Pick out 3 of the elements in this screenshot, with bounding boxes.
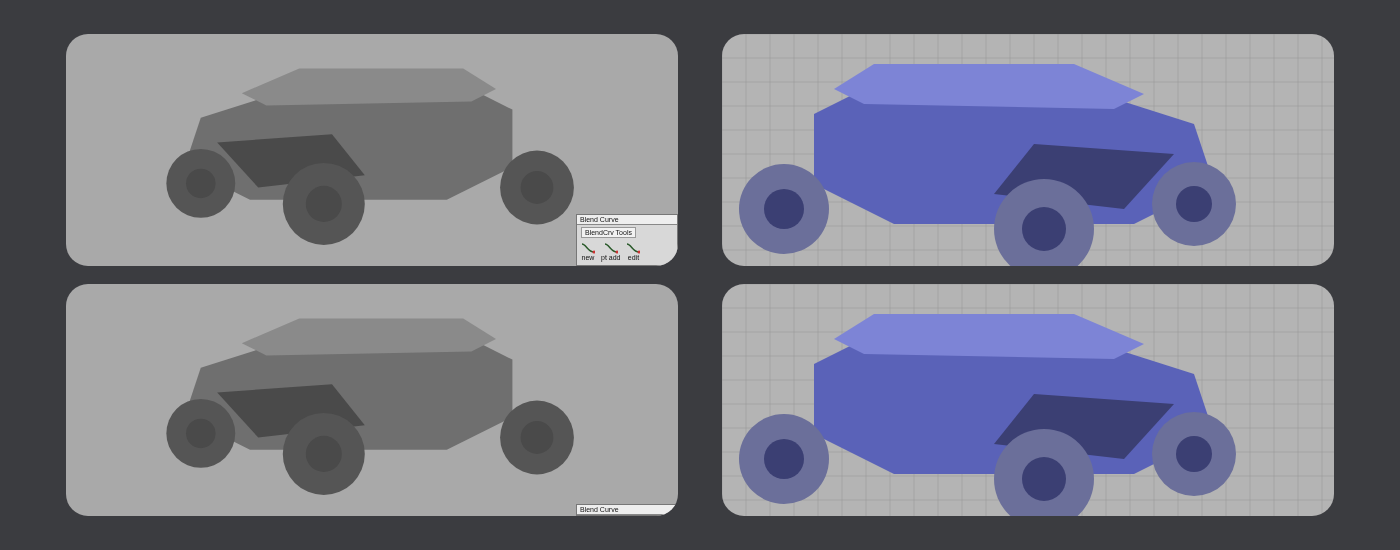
- curve-tool-icon: [581, 242, 595, 254]
- curve-tool-icon: [603, 242, 618, 254]
- curve-tool-icon: [626, 242, 641, 254]
